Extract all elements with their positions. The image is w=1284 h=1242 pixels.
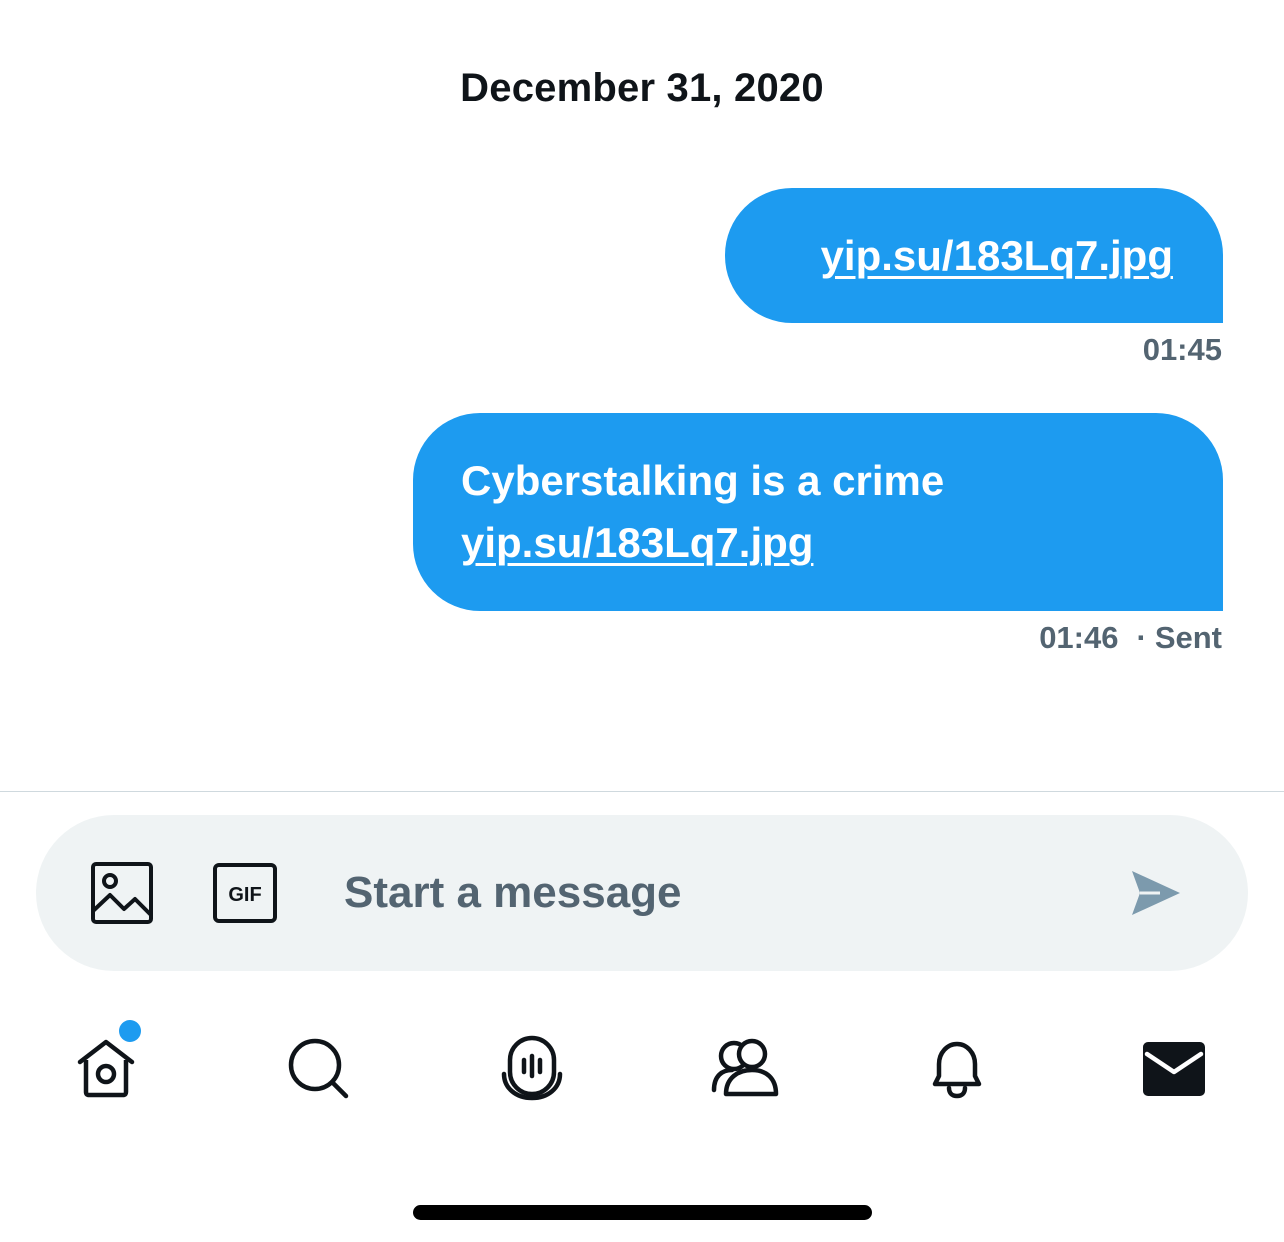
message-composer: GIF: [36, 815, 1248, 971]
message-status: Sent: [1154, 620, 1222, 655]
date-header: December 31, 2020: [460, 66, 824, 110]
search-icon[interactable]: [282, 1032, 354, 1104]
message-time: 01:46: [1039, 620, 1119, 655]
notification-dot: [119, 1020, 141, 1042]
message-text: Cyberstalking is a crime: [461, 457, 945, 504]
notifications-icon[interactable]: [921, 1032, 993, 1104]
message-timestamp: 01:46 · Sent: [1039, 620, 1222, 656]
status-separator: ·: [1136, 620, 1147, 655]
home-indicator: [413, 1205, 872, 1220]
message-input[interactable]: [344, 863, 1064, 923]
communities-icon[interactable]: [708, 1032, 780, 1104]
message-time: 01:45: [1142, 332, 1222, 367]
home-icon[interactable]: [70, 1032, 142, 1104]
message-link[interactable]: yip.su/183Lq7.jpg: [821, 232, 1173, 279]
gif-label: GIF: [228, 884, 261, 906]
message-link[interactable]: yip.su/183Lq7.jpg: [461, 519, 813, 566]
send-icon[interactable]: [1130, 867, 1182, 919]
spaces-icon[interactable]: [496, 1032, 568, 1104]
message-bubble[interactable]: Cyberstalking is a crime yip.su/183Lq7.j…: [413, 413, 1223, 611]
composer-divider: [0, 791, 1284, 792]
image-icon[interactable]: [90, 861, 154, 925]
message-timestamp: 01:45: [1143, 332, 1222, 368]
gif-icon[interactable]: GIF: [212, 862, 278, 924]
messages-icon[interactable]: [1137, 1032, 1209, 1104]
message-bubble[interactable]: yip.su/183Lq7.jpg: [725, 188, 1223, 323]
